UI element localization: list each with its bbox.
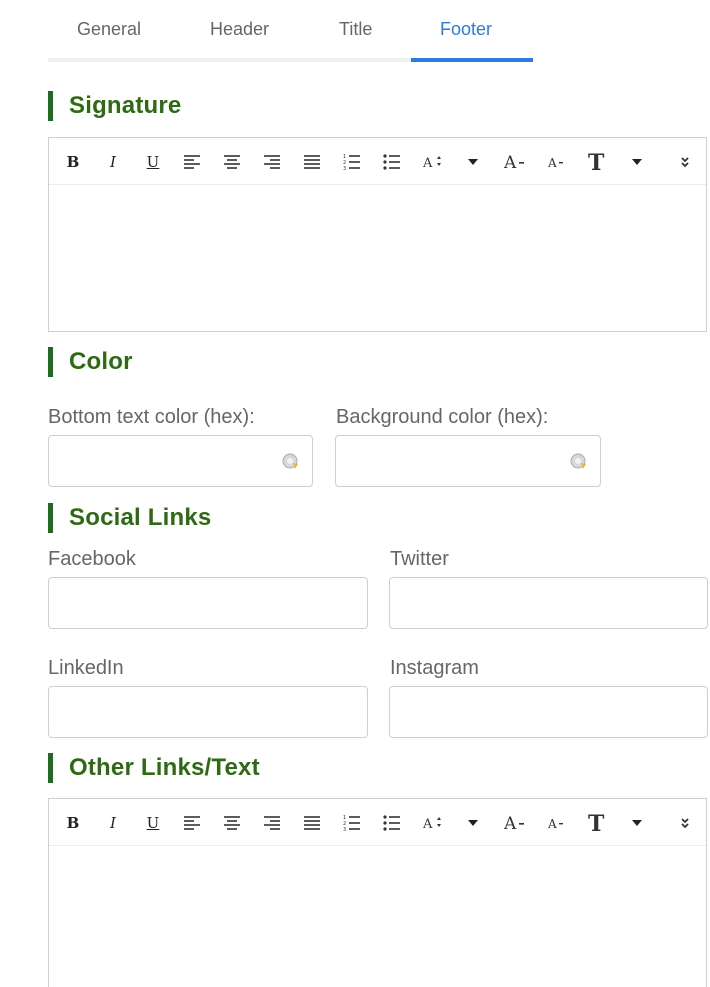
svg-text:T: T [588,151,605,173]
align-right-icon[interactable] [259,138,285,185]
section-marker [48,91,53,121]
bullet-list-icon[interactable] [379,799,405,846]
bold-button[interactable]: B [61,138,85,185]
underline-button[interactable]: U [141,138,165,185]
signature-editor-toolbar: B I U 123 A A A T [49,138,706,185]
caret-down-icon[interactable] [463,799,483,846]
font-increase-icon[interactable]: A [501,799,529,846]
svg-text:A: A [504,153,517,171]
align-center-icon[interactable] [219,138,245,185]
align-right-icon[interactable] [259,799,285,846]
signature-heading: Signature [48,91,181,121]
svg-text:A: A [548,817,557,830]
svg-text:3: 3 [343,827,346,832]
underline-button[interactable]: U [141,799,165,846]
tab-header[interactable]: Header [210,16,269,42]
tab-footer[interactable]: Footer [440,16,492,42]
align-left-icon[interactable] [179,799,205,846]
section-marker [48,753,53,783]
linkedin-input[interactable] [48,686,368,738]
font-style-icon[interactable]: T [585,138,611,185]
tab-bar: General Header Title Footer [48,0,708,62]
bullet-list-icon[interactable] [379,138,405,185]
facebook-label: Facebook [48,548,136,570]
svg-text:T: T [588,812,605,834]
font-decrease-icon[interactable]: A [545,138,569,185]
signature-editor-content[interactable] [49,185,706,331]
section-marker [48,347,53,377]
facebook-input[interactable] [48,577,368,629]
color-picker-icon[interactable] [568,451,588,471]
svg-text:A: A [548,156,557,169]
linkedin-label: LinkedIn [48,657,124,679]
other-links-editor-content[interactable] [49,846,706,986]
color-picker-icon[interactable] [280,451,300,471]
align-left-icon[interactable] [179,138,205,185]
other-links-editor-toolbar: B I U 123 A A A T [49,799,706,846]
other-links-title: Other Links/Text [69,754,260,781]
svg-text:A: A [423,156,433,170]
svg-text:A: A [504,814,517,832]
caret-down-icon[interactable] [627,799,647,846]
font-increase-icon[interactable]: A [501,138,529,185]
line-height-icon[interactable]: A [421,138,445,185]
more-chevron-icon[interactable] [675,799,695,846]
svg-text:A: A [423,817,433,831]
social-links-heading: Social Links [48,503,211,533]
other-links-editor: B I U 123 A A A T [48,798,707,987]
svg-text:3: 3 [343,166,346,171]
ordered-list-icon[interactable]: 123 [339,138,365,185]
font-decrease-icon[interactable]: A [545,799,569,846]
other-links-heading: Other Links/Text [48,753,260,783]
instagram-label: Instagram [390,657,479,679]
color-title: Color [69,348,133,375]
instagram-input[interactable] [389,686,708,738]
twitter-label: Twitter [390,548,449,570]
align-center-icon[interactable] [219,799,245,846]
signature-title: Signature [69,92,182,119]
social-links-title: Social Links [69,504,212,531]
italic-button[interactable]: I [101,138,125,185]
signature-editor: B I U 123 A A A T [48,137,707,332]
tab-general[interactable]: General [77,16,141,42]
line-height-icon[interactable]: A [421,799,445,846]
italic-button[interactable]: I [101,799,125,846]
bottom-text-color-field[interactable] [48,435,313,487]
font-style-icon[interactable]: T [585,799,611,846]
bottom-text-color-label: Bottom text color (hex): [48,406,255,428]
section-marker [48,503,53,533]
more-chevron-icon[interactable] [675,138,695,185]
background-color-field[interactable] [335,435,601,487]
background-color-label: Background color (hex): [336,406,549,428]
active-tab-indicator [411,58,533,62]
align-justify-icon[interactable] [299,138,325,185]
align-justify-icon[interactable] [299,799,325,846]
twitter-input[interactable] [389,577,708,629]
color-heading: Color [48,347,133,377]
bold-button[interactable]: B [61,799,85,846]
ordered-list-icon[interactable]: 123 [339,799,365,846]
caret-down-icon[interactable] [463,138,483,185]
caret-down-icon[interactable] [627,138,647,185]
tab-title[interactable]: Title [339,16,372,42]
